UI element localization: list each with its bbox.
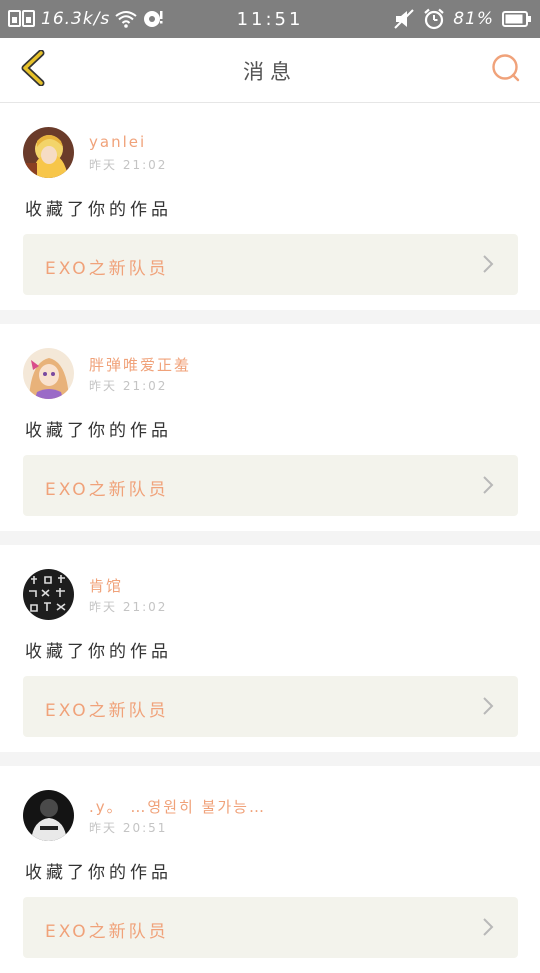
search-button[interactable] [488,52,524,88]
action-text: 收藏了你的作品 [25,863,172,883]
battery-percent: 81% [453,9,494,29]
wifi-icon [115,10,137,28]
work-link[interactable]: EXO之新队员 [23,676,518,737]
chevron-right-icon [478,253,498,275]
work-title: EXO之新队员 [45,259,169,279]
work-link[interactable]: EXO之新队员 [23,234,518,295]
chevron-right-icon [478,916,498,938]
action-text: 收藏了你的作品 [25,642,172,662]
work-link[interactable]: EXO之新队员 [23,897,518,958]
work-title: EXO之新队员 [45,922,169,942]
action-text: 收藏了你的作品 [25,200,172,220]
timestamp: 昨天 21:02 [89,158,168,172]
notification-item: 胖弹唯爱正羞 昨天 21:02 收藏了你的作品 EXO之新队员 [0,324,540,531]
status-bar: 16.3k/s 11:51 81% [0,0,540,38]
notification-item: yanlei 昨天 21:02 收藏了你的作品 EXO之新队员 [0,103,540,310]
separator [0,752,540,766]
chevron-right-icon [478,474,498,496]
avatar[interactable] [23,569,74,620]
action-text: 收藏了你的作品 [25,421,172,441]
timestamp: 昨天 21:02 [89,600,168,614]
username[interactable]: 肯馆 [89,575,123,596]
avatar[interactable] [23,127,74,178]
status-right: 81% [393,8,532,30]
avatar[interactable] [23,790,74,841]
work-title: EXO之新队员 [45,480,169,500]
notification-item: .y。 …영원히 불가능… 昨天 20:51 收藏了你的作品 EXO之新队员 [0,766,540,973]
username[interactable]: .y。 …영원히 불가능… [89,796,266,817]
app-header: 消息 [0,38,540,103]
notification-item: 肯馆 昨天 21:02 收藏了你的作品 EXO之新队员 [0,545,540,752]
username[interactable]: yanlei [89,133,146,151]
alarm-icon [423,8,445,30]
mute-icon [393,9,415,29]
network-speed: 16.3k/s [41,9,111,29]
search-icon [491,53,521,87]
timestamp: 昨天 21:02 [89,379,168,393]
avatar[interactable] [23,348,74,399]
separator [0,531,540,545]
status-left: 16.3k/s [8,9,164,29]
work-title: EXO之新队员 [45,701,169,721]
notification-list: yanlei 昨天 21:02 收藏了你的作品 EXO之新队员 胖弹唯爱正羞 昨… [0,103,540,973]
battery-icon [502,10,532,28]
timestamp: 昨天 20:51 [89,821,168,835]
page-title: 消息 [243,60,297,84]
sim-card-icon [8,10,36,28]
separator [0,310,540,324]
chevron-right-icon [478,695,498,717]
username[interactable]: 胖弹唯爱正羞 [89,354,191,375]
work-link[interactable]: EXO之新队员 [23,455,518,516]
sync-icon [142,9,164,29]
